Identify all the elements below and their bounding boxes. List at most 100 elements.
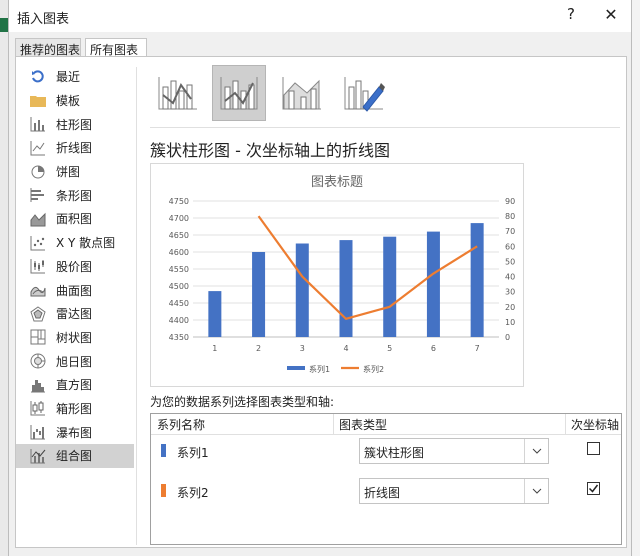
sidebar-item-surface-chart[interactable]: 曲面图 xyxy=(16,278,134,302)
sidebar-item-line-chart[interactable]: 折线图 xyxy=(16,136,134,160)
series-name: 系列1 xyxy=(177,446,209,460)
recent-icon xyxy=(30,69,46,85)
sidebar-item-treemap-chart[interactable]: 树状图 xyxy=(16,326,134,350)
sidebar-item-label: 最近 xyxy=(56,70,81,85)
x-tick-label: 6 xyxy=(431,344,436,353)
column-divider xyxy=(333,414,334,434)
column-divider xyxy=(565,414,566,434)
dropdown-value: 簇状柱形图 xyxy=(364,446,425,460)
chart-title: 图表标题 xyxy=(311,175,363,190)
legend-swatch-series1 xyxy=(287,366,305,370)
secondary-axis-checkbox[interactable] xyxy=(587,442,600,455)
series-name: 系列2 xyxy=(177,486,209,500)
chart-subtype-heading: 簇状柱形图 - 次坐标轴上的折线图 xyxy=(150,141,390,160)
stock-chart-icon xyxy=(30,258,46,274)
subtype-clustered-column-line[interactable] xyxy=(150,65,204,121)
column-chart-icon xyxy=(30,116,46,132)
subtype-stacked-area-column[interactable] xyxy=(274,65,328,121)
header-divider xyxy=(151,434,621,435)
bar xyxy=(426,231,440,337)
sidebar-item-label: 条形图 xyxy=(56,188,93,203)
sidebar-item-label: 股价图 xyxy=(56,259,93,274)
sidebar-item-label: 柱形图 xyxy=(56,117,93,132)
sidebar-item-radar-chart[interactable]: 雷达图 xyxy=(16,302,134,326)
subtype-clustered-column-line-secondary[interactable] xyxy=(212,65,266,121)
chart-preview-svg: 图表标题475047004650460045504500445044004350… xyxy=(169,175,516,374)
x-tick-label: 4 xyxy=(343,344,348,353)
tab-recommended-charts[interactable]: 推荐的图表 xyxy=(15,38,81,57)
sidebar-item-waterfall-chart[interactable]: 瀑布图 xyxy=(16,420,134,444)
sidebar-item-sunburst-chart[interactable]: 旭日图 xyxy=(16,349,134,373)
sidebar-item-combo-chart[interactable]: 组合图 xyxy=(16,444,134,468)
close-button[interactable]: ✕ xyxy=(600,5,622,24)
scatter-chart-icon xyxy=(30,235,46,251)
clustered-column-line-icon xyxy=(158,77,197,110)
sidebar-item-folder[interactable]: 模板 xyxy=(16,89,134,113)
histogram-chart-icon xyxy=(30,377,46,393)
subtype-custom-combo[interactable] xyxy=(336,65,390,121)
legend-label-series1: 系列1 xyxy=(309,364,330,374)
column-header-chart-type: 图表类型 xyxy=(339,418,388,432)
y-primary-tick-label: 4700 xyxy=(169,214,189,223)
insert-chart-dialog: 插入图表 ? ✕ 推荐的图表 所有图表 最近 模板 柱形图 折线图 饼图 条形图 面积图 X … xyxy=(8,0,632,556)
bar xyxy=(208,291,222,337)
sidebar-item-scatter-chart[interactable]: X Y 散点图 xyxy=(16,231,134,255)
bar xyxy=(252,252,266,337)
bar-chart-icon xyxy=(30,187,46,203)
radar-chart-icon xyxy=(30,306,46,322)
sidebar-item-area-chart[interactable]: 面积图 xyxy=(16,207,134,231)
all-charts-panel: 最近 模板 柱形图 折线图 饼图 条形图 面积图 X Y 散点图 股价图 曲面图 雷达图 树状图 旭日图… xyxy=(15,56,627,548)
legend-label-series2: 系列2 xyxy=(363,364,384,374)
y-secondary-tick-label: 40 xyxy=(505,273,515,282)
boxplot-chart-icon xyxy=(30,400,46,416)
y-primary-tick-label: 4650 xyxy=(169,231,189,240)
sidebar-item-label: 模板 xyxy=(56,94,81,109)
pie-chart-icon xyxy=(30,164,46,180)
x-tick-label: 2 xyxy=(256,344,261,353)
chart-type-dropdown[interactable]: 折线图 xyxy=(359,478,549,504)
sidebar-item-bar-chart[interactable]: 条形图 xyxy=(16,183,134,207)
secondary-axis-checkbox[interactable] xyxy=(587,482,600,495)
area-chart-icon xyxy=(30,211,46,227)
chevron-down-icon[interactable] xyxy=(524,479,548,503)
background-app-right xyxy=(632,0,640,556)
y-secondary-tick-label: 70 xyxy=(505,227,515,236)
sidebar-item-boxplot-chart[interactable]: 箱形图 xyxy=(16,397,134,421)
y-secondary-tick-label: 90 xyxy=(505,197,515,206)
sidebar-item-label: 组合图 xyxy=(56,449,93,464)
line-chart-icon xyxy=(30,140,46,156)
y-primary-tick-label: 4550 xyxy=(169,265,189,274)
series-prompt: 为您的数据系列选择图表类型和轴: xyxy=(150,395,335,409)
y-secondary-tick-label: 10 xyxy=(505,318,515,327)
y-secondary-tick-label: 20 xyxy=(505,303,515,312)
bar xyxy=(470,223,484,337)
sidebar-item-label: 折线图 xyxy=(56,141,93,156)
bar xyxy=(383,236,397,337)
waterfall-chart-icon xyxy=(30,424,46,440)
y-primary-tick-label: 4750 xyxy=(169,197,189,206)
combo-chart-icon xyxy=(30,448,46,464)
sidebar-item-column-chart[interactable]: 柱形图 xyxy=(16,112,134,136)
chevron-down-icon[interactable] xyxy=(524,439,548,463)
sidebar-item-stock-chart[interactable]: 股价图 xyxy=(16,255,134,279)
surface-chart-icon xyxy=(30,282,46,298)
sidebar-item-label: 旭日图 xyxy=(56,354,93,369)
folder-icon xyxy=(30,93,46,109)
y-primary-tick-label: 4450 xyxy=(169,299,189,308)
y-primary-tick-label: 4400 xyxy=(169,316,189,325)
sidebar-item-label: 树状图 xyxy=(56,330,93,345)
sidebar-item-recent[interactable]: 最近 xyxy=(16,65,134,89)
y-primary-tick-label: 4500 xyxy=(169,282,189,291)
sidebar-item-pie-chart[interactable]: 饼图 xyxy=(16,160,134,184)
chart-type-dropdown[interactable]: 簇状柱形图 xyxy=(359,438,549,464)
sidebar-item-label: 箱形图 xyxy=(56,401,93,416)
bar xyxy=(295,243,309,337)
dropdown-value: 折线图 xyxy=(364,486,401,500)
sidebar-item-label: 饼图 xyxy=(56,165,81,180)
sidebar-item-histogram-chart[interactable]: 直方图 xyxy=(16,373,134,397)
stacked-area-column-icon xyxy=(282,77,321,110)
help-button[interactable]: ? xyxy=(561,5,581,23)
sidebar-item-label: X Y 散点图 xyxy=(56,236,116,251)
series-color-swatch xyxy=(161,444,166,457)
tab-all-charts[interactable]: 所有图表 xyxy=(85,38,147,58)
